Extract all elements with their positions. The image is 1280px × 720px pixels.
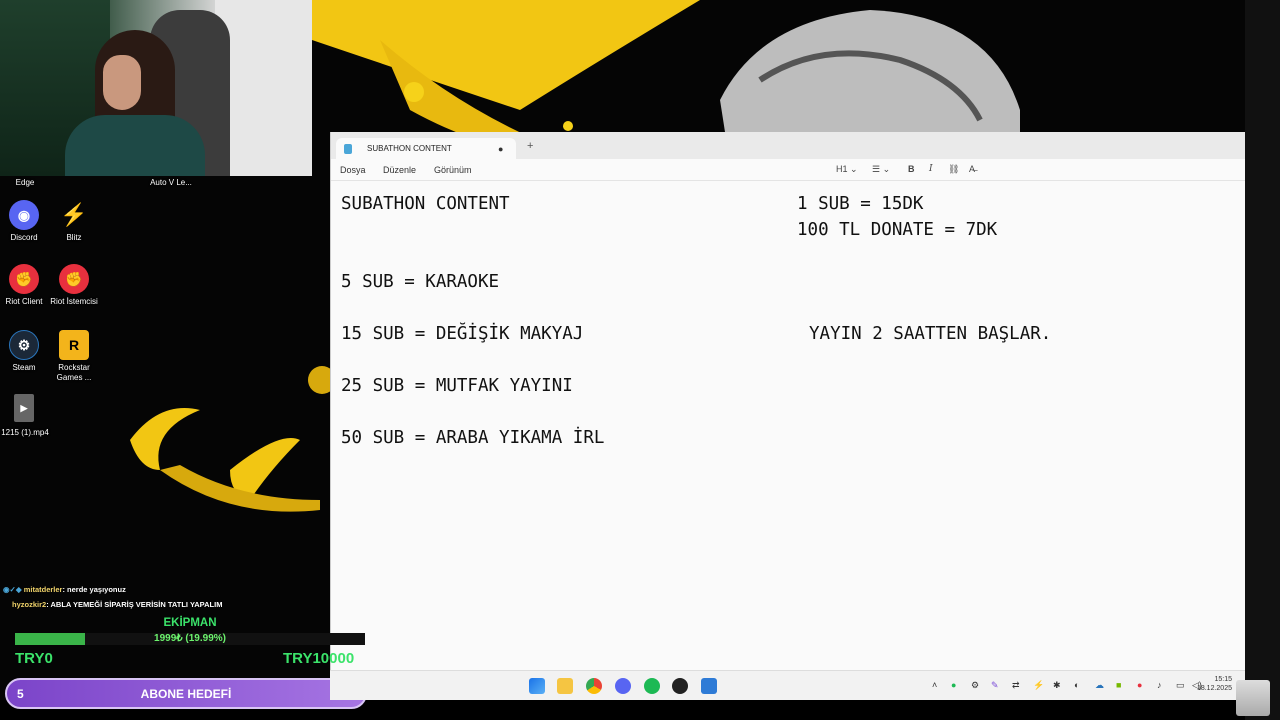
heading-dropdown[interactable]: H1 ⌄ [836,164,858,175]
heading-label: H1 [836,164,848,174]
chat-badge-icon: ◉✓◆ [3,585,22,594]
steam-tray-icon[interactable]: ⚙ [971,680,979,691]
desktop-label-video[interactable]: 1215 (1).mp4 [0,428,50,438]
tab-subathon-content[interactable]: SUBATHON CONTENT ● [336,138,516,159]
chat-user: hyzozkir2 [12,600,47,609]
menu-bar: Dosya Düzenle Görünüm H1 ⌄ ☰ ⌄ B I ⛓ A̶ [331,159,1245,181]
desktop-label-rockstar[interactable]: Rockstar Games ... [50,363,98,383]
goal-progress-bar: 1999₺ (19.99%) [15,633,365,645]
rockstar-icon[interactable]: R [59,330,89,360]
desktop-label-auto[interactable]: Auto V Le... [140,178,202,188]
spotify-icon[interactable] [644,678,660,694]
italic-button[interactable]: I [929,164,933,174]
file-explorer-icon[interactable] [557,678,573,694]
riot-tray-icon[interactable]: ● [1137,680,1142,690]
chat-user: mitatderler [23,585,63,594]
line-rate-donate: 100 TL DONATE = 7DK [797,220,998,240]
recycle-bin-icon[interactable] [1236,680,1270,716]
text-editor[interactable]: SUBATHON CONTENT 1 SUB = 15DK 100 TL DON… [331,181,1245,670]
chrome-icon[interactable] [586,678,602,694]
chevron-up-icon[interactable]: ˄ [932,680,937,690]
desktop-label-edge[interactable]: Edge [5,178,45,188]
webcam-feed [0,0,312,176]
line-goal-5: 5 SUB = KARAOKE [341,272,500,292]
clock[interactable]: 15:15 18.12.2025 [1192,675,1232,693]
goal-min-label: TRY0 [15,650,53,667]
pen-tray-icon[interactable]: ✎ [991,680,999,691]
desktop-label-riot-client[interactable]: Riot Client [0,297,48,307]
menu-file[interactable]: Dosya [340,165,366,175]
new-tab-button[interactable]: + [527,140,533,152]
video-file-icon[interactable]: ▶ [14,394,34,422]
notepad-icon [344,143,352,154]
network-tray-icon[interactable]: ⇄ [1012,680,1020,691]
line-note: YAYIN 2 SAATTEN BAŞLAR. [809,324,1052,344]
clear-format-icon[interactable]: A̶ [969,164,975,174]
notepad-window[interactable]: SUBATHON CONTENT ● + Dosya Düzenle Görün… [330,132,1245,670]
blitz-tray-icon[interactable]: ⚡ [1033,680,1044,691]
line-goal-25: 25 SUB = MUTFAK YAYINI [341,376,573,396]
line-rate-sub: 1 SUB = 15DK [797,194,924,214]
desktop-label-discord[interactable]: Discord [0,233,48,243]
steam-icon[interactable]: ⚙ [9,330,39,360]
start-icon[interactable] [529,678,545,694]
taskbar: ˄ ● ⚙ ✎ ⇄ ⚡ ✱ ◐ ☁ ■ ● ♪ ▭ ◁) 15:15 18.12… [330,670,1245,700]
line-goal-15: 15 SUB = DEĞİŞİK MAKYAJ [341,324,584,344]
notepad-titlebar[interactable]: SUBATHON CONTENT ● + [331,132,1245,159]
microphone-icon[interactable]: ♪ [1157,680,1162,690]
cloud-tray-icon[interactable]: ☁ [1095,680,1104,691]
chat-text: : nerde yaşıyonuz [62,585,126,594]
tab-modified-dot-icon[interactable]: ● [498,144,510,154]
notepad-icon[interactable] [701,678,717,694]
bold-button[interactable]: B [908,164,915,174]
discord-icon[interactable]: ◉ [9,200,39,230]
sub-goal-bar: 5 ABONE HEDEFİ 5 [5,678,367,709]
chat-message: hyzozkir2: ABLA YEMEĞİ SİPARİŞ VERİSİN T… [3,600,222,609]
discord-icon[interactable] [615,678,631,694]
chevron-down-icon: ⌄ [882,164,891,174]
desktop-label-riot-istemcisi[interactable]: Riot İstemcisi [46,297,102,307]
goal-max-label: TRY10000 [283,650,355,667]
display-icon[interactable]: ▭ [1176,680,1185,691]
menu-edit[interactable]: Düzenle [383,165,416,175]
blitz-icon[interactable]: ⚡ [59,200,89,230]
right-border [1245,0,1280,720]
chevron-down-icon: ⌄ [850,164,858,174]
nvidia-tray-icon[interactable]: ■ [1116,680,1121,690]
link-icon[interactable]: ⛓ [948,164,959,175]
chat-text: : ABLA YEMEĞİ SİPARİŞ VERİSİN TATLI YAPA… [46,600,223,609]
desktop-label-blitz[interactable]: Blitz [50,233,98,243]
menu-view[interactable]: Görünüm [434,165,472,175]
riot-icon[interactable]: ✊ [9,264,39,294]
list-icon: ☰ [872,164,881,174]
line-title: SUBATHON CONTENT [341,194,510,214]
tab-title: SUBATHON CONTENT [367,144,452,153]
bluetooth-tray-icon[interactable]: ✱ [1053,680,1061,691]
chat-message: ◉✓◆ mitatderler: nerde yaşıyonuz [3,585,126,594]
spotify-tray-icon[interactable]: ● [951,680,956,690]
desktop-label-steam[interactable]: Steam [0,363,48,373]
obs-icon[interactable] [672,678,688,694]
obs-tray-icon[interactable]: ◐ [1074,680,1079,690]
sub-goal-label: ABONE HEDEFİ [140,687,232,701]
line-goal-50: 50 SUB = ARABA YIKAMA İRL [341,428,605,448]
goal-title: EKİPMAN [163,617,217,629]
riot-icon[interactable]: ✊ [59,264,89,294]
clock-date: 18.12.2025 [1196,685,1232,692]
clock-time: 15:15 [1214,676,1232,683]
list-dropdown[interactable]: ☰ ⌄ [872,164,890,175]
goal-progress-text: 1999₺ (19.99%) [154,633,226,644]
